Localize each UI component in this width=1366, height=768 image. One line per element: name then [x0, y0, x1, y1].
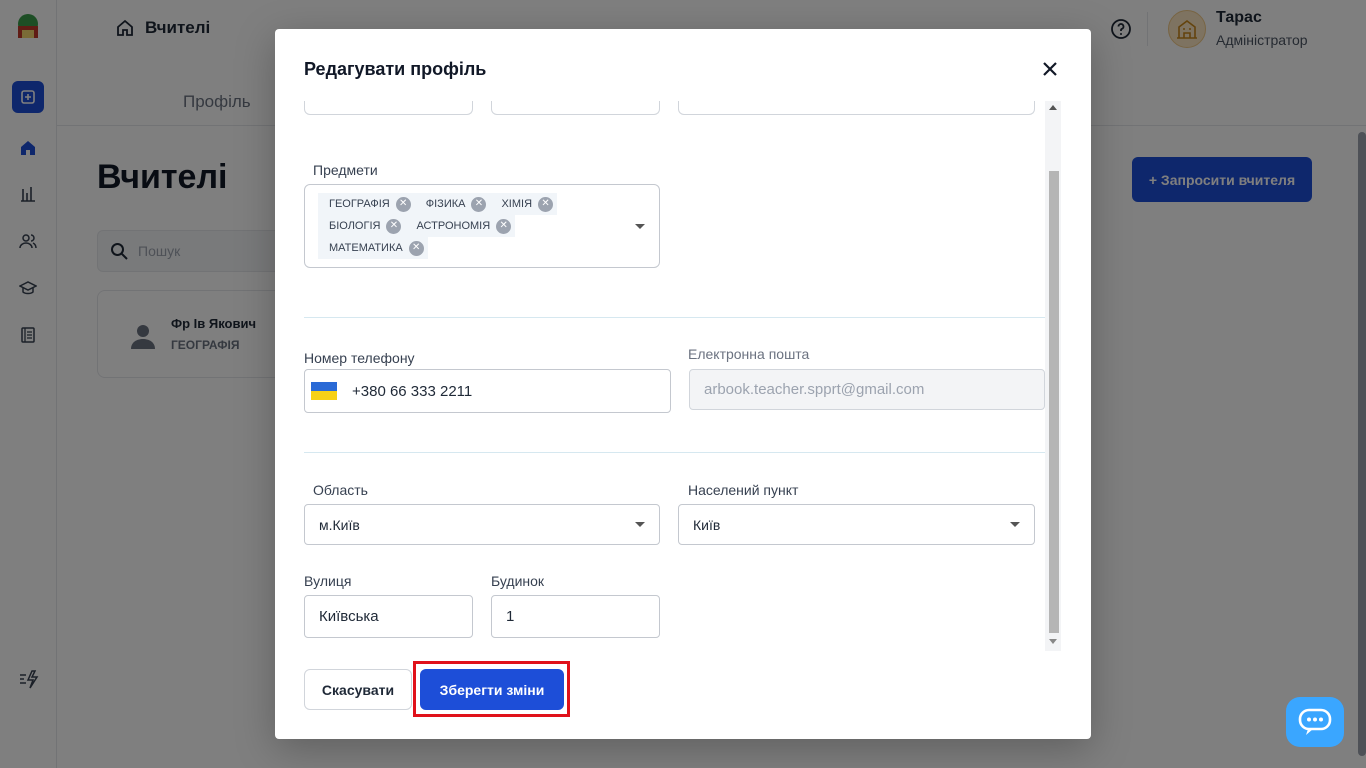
email-label: Електронна пошта [688, 346, 810, 362]
remove-chip-icon[interactable]: ✕ [496, 218, 512, 234]
remove-chip-icon[interactable]: ✕ [471, 196, 487, 212]
subject-chip: МАТЕМАТИКА ✕ [318, 237, 428, 259]
section-divider [304, 452, 1045, 453]
remove-chip-icon[interactable]: ✕ [408, 240, 424, 256]
modal-title: Редагувати профіль [304, 59, 487, 79]
chat-button[interactable] [1286, 697, 1344, 747]
street-value: Київська [319, 608, 379, 625]
city-label: Населений пункт [688, 482, 799, 498]
phone-value: +380 66 333 2211 [352, 382, 473, 400]
region-select[interactable]: м.Київ [304, 504, 660, 545]
save-changes-button[interactable]: Зберегти зміни [420, 669, 564, 710]
edit-profile-modal: Редагувати профіль Предмети ГЕОГРАФІЯ ✕ Ф… [275, 29, 1091, 739]
chevron-down-icon[interactable] [635, 224, 645, 229]
phone-field[interactable]: +380 66 333 2211 [304, 369, 671, 413]
modal-scrollbar[interactable] [1045, 101, 1061, 651]
chevron-down-icon[interactable] [635, 522, 645, 527]
city-value: Київ [693, 516, 721, 533]
scroll-up-icon[interactable] [1049, 105, 1057, 110]
modal-body[interactable]: Предмети ГЕОГРАФІЯ ✕ ФІЗИКА ✕ ХІМІЯ ✕ БІОЛО… [304, 101, 1062, 651]
city-select[interactable]: Київ [678, 504, 1035, 545]
cancel-button[interactable]: Скасувати [304, 669, 412, 710]
house-input[interactable]: 1 [491, 595, 660, 638]
house-value: 1 [506, 608, 515, 625]
phone-label: Номер телефону [304, 350, 415, 366]
chat-icon [1298, 708, 1332, 735]
street-label: Вулиця [304, 573, 352, 589]
region-label: Область [313, 482, 368, 498]
street-input[interactable]: Київська [304, 595, 473, 638]
subject-chip: ФІЗИКА ✕ [414, 193, 491, 215]
scroll-down-icon[interactable] [1049, 639, 1057, 644]
section-divider [304, 317, 1045, 318]
subject-chip: АСТРОНОМІЯ ✕ [405, 215, 516, 237]
subjects-multiselect[interactable]: ГЕОГРАФІЯ ✕ ФІЗИКА ✕ ХІМІЯ ✕ БІОЛОГІЯ ✕ АСТР… [304, 184, 660, 268]
remove-chip-icon[interactable]: ✕ [395, 196, 411, 212]
remove-chip-icon[interactable]: ✕ [386, 218, 402, 234]
subjects-chips: ГЕОГРАФІЯ ✕ ФІЗИКА ✕ ХІМІЯ ✕ БІОЛОГІЯ ✕ АСТР… [318, 193, 618, 259]
ukraine-flag-icon[interactable] [311, 382, 337, 400]
subject-chip: ГЕОГРАФІЯ ✕ [318, 193, 415, 215]
email-field: arbook.teacher.spprt@gmail.com [689, 369, 1045, 410]
remove-chip-icon[interactable]: ✕ [538, 196, 554, 212]
close-icon[interactable] [1039, 58, 1061, 80]
birthdate-field-cut[interactable] [678, 101, 1035, 115]
name-field-cut[interactable] [304, 101, 473, 115]
house-label: Будинок [491, 573, 545, 589]
email-value: arbook.teacher.spprt@gmail.com [704, 381, 925, 398]
scroll-thumb[interactable] [1049, 171, 1059, 633]
chevron-down-icon[interactable] [1010, 522, 1020, 527]
patronymic-field-cut[interactable] [491, 101, 660, 115]
subject-chip: ХІМІЯ ✕ [490, 193, 558, 215]
subjects-label: Предмети [313, 162, 378, 178]
region-value: м.Київ [319, 516, 360, 533]
subject-chip: БІОЛОГІЯ ✕ [318, 215, 406, 237]
